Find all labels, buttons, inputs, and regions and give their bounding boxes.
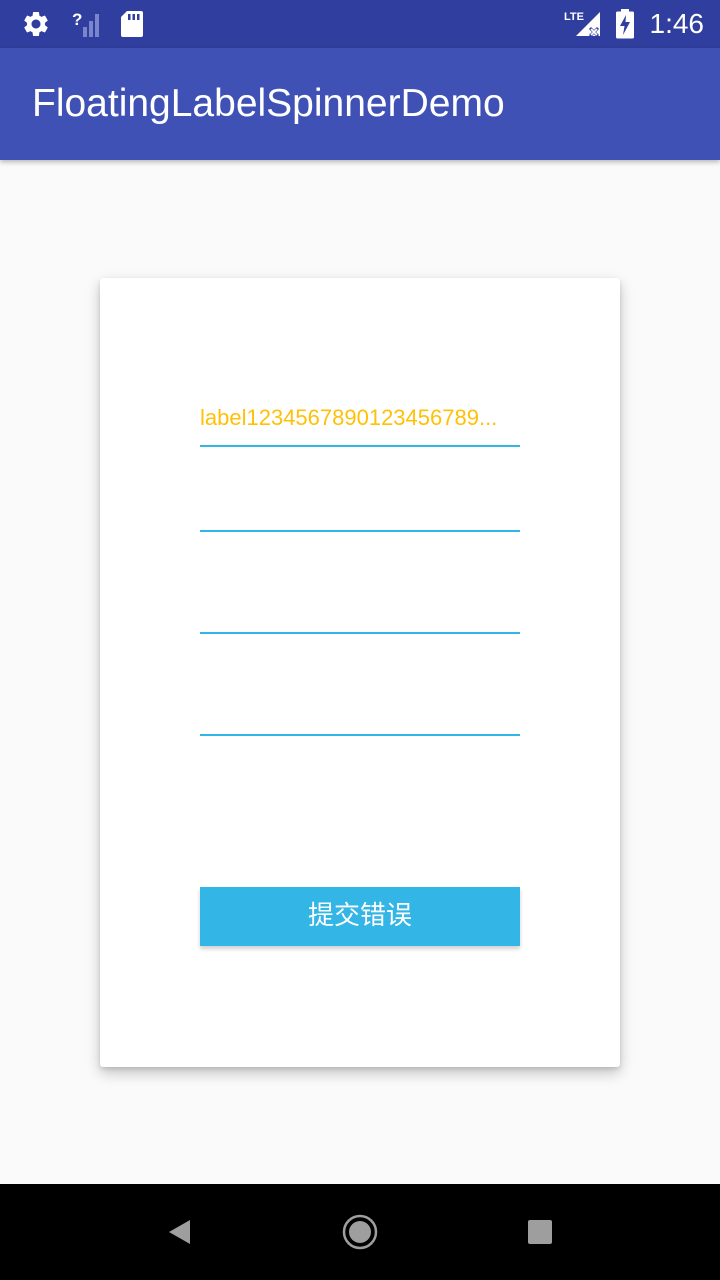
spinner-3-underline: [200, 632, 520, 634]
navigation-bar: [0, 1184, 720, 1280]
lte-signal-icon: LTE: [562, 8, 602, 40]
spinner-1-label: label1234567890123456789...: [200, 405, 498, 430]
back-icon[interactable]: [156, 1208, 204, 1256]
spinner-2-underline: [200, 530, 520, 532]
spinner-3[interactable]: [200, 590, 520, 634]
status-time: 1:46: [649, 8, 705, 39]
svg-text:?: ?: [72, 10, 82, 29]
spinner-4-underline: [200, 734, 520, 736]
no-signal-icon: ?: [70, 8, 102, 40]
submit-error-button[interactable]: 提交错误: [200, 887, 520, 946]
sd-card-icon: [116, 8, 148, 40]
form-card: label1234567890123456789... 提交错误: [100, 278, 620, 1067]
spinner-4[interactable]: [200, 692, 520, 736]
spinner-2[interactable]: [200, 488, 520, 532]
app-title: FloatingLabelSpinnerDemo: [32, 82, 505, 125]
home-icon[interactable]: [336, 1208, 384, 1256]
app-bar: FloatingLabelSpinnerDemo: [0, 48, 720, 160]
status-bar: ? LTE 1:46: [0, 0, 720, 48]
svg-text:LTE: LTE: [564, 11, 584, 23]
battery-charging-icon: [612, 8, 638, 40]
spinner-1-underline: [200, 445, 520, 447]
spinner-1[interactable]: label1234567890123456789...: [200, 403, 520, 447]
recents-icon[interactable]: [516, 1208, 564, 1256]
settings-icon: [20, 8, 52, 40]
